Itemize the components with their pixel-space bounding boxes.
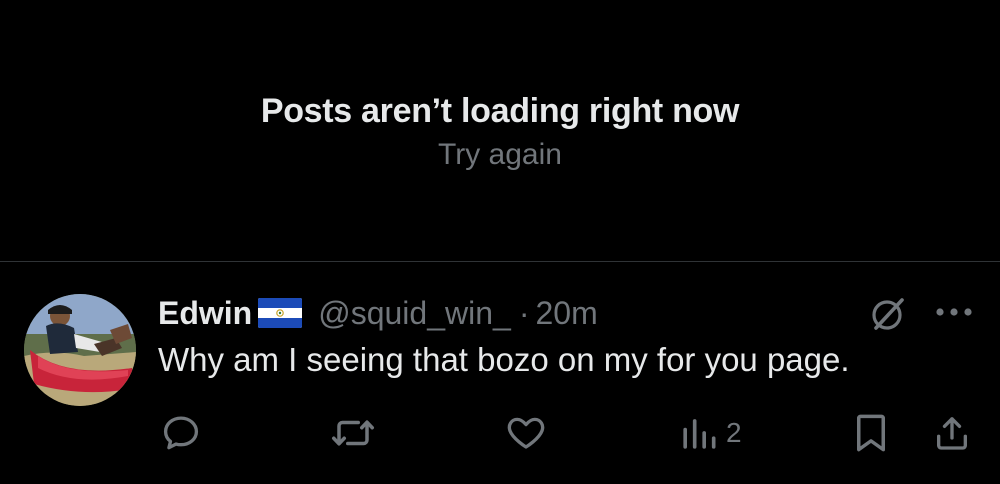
timeline-error: Posts aren’t loading right now Try again (0, 0, 1000, 262)
views-count: 2 (726, 417, 742, 448)
reply-icon (163, 416, 199, 450)
tweet-text: Why am I seeing that bozo on my for you … (158, 341, 850, 378)
views-button[interactable]: 2 (680, 411, 742, 455)
share-button[interactable] (932, 411, 972, 455)
repost-icon (332, 420, 374, 446)
more-dots-icon[interactable] (934, 300, 974, 324)
share-icon (937, 417, 967, 450)
bookmark-button[interactable] (852, 411, 890, 455)
bookmark-icon (857, 414, 885, 452)
el-salvador-flag-icon (258, 298, 303, 328)
reply-button[interactable] (160, 411, 202, 455)
tweet-header: Edwin @squid_win_ · 20m (158, 291, 598, 335)
separator-dot: · (518, 294, 530, 331)
avatar[interactable] (24, 294, 136, 406)
author-name[interactable]: Edwin (158, 295, 252, 332)
try-again-button[interactable]: Try again (0, 138, 1000, 172)
grok-icon[interactable] (868, 294, 908, 334)
author-handle[interactable]: @squid_win_ (318, 295, 511, 332)
error-title: Posts aren’t loading right now (260, 92, 740, 130)
like-button[interactable] (505, 411, 547, 455)
tweet-timestamp[interactable]: 20m (535, 295, 597, 332)
views-bar-icon (683, 419, 716, 449)
repost-button[interactable] (330, 411, 376, 455)
heart-icon (507, 417, 545, 449)
tweet[interactable]: Edwin @squid_win_ · 20m Why am I seeing … (0, 263, 1000, 484)
